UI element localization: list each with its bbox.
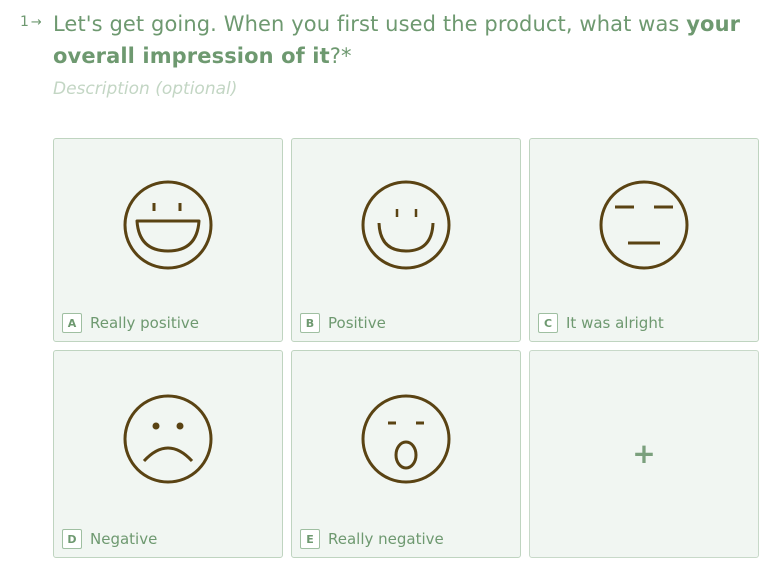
choice-key: A [62,313,82,333]
choice-label: Negative [90,530,158,548]
choice-key: D [62,529,82,549]
choice-label: It was alright [566,314,664,332]
smile-face-icon [361,180,451,270]
choice-key: B [300,313,320,333]
neutral-face-icon [599,180,689,270]
shocked-face-icon [361,394,451,484]
choice-grid: A Really positive B Positive C It was al… [53,138,759,558]
choice-label-row: B Positive [300,313,386,333]
choice-card-it-was-alright[interactable]: C It was alright [529,138,759,342]
choice-key: C [538,313,558,333]
choice-label-row: A Really positive [62,313,199,333]
add-choice-button[interactable]: + [529,350,759,558]
choice-card-really-positive[interactable]: A Really positive [53,138,283,342]
choice-label-row: D Negative [62,529,157,549]
choice-key: E [300,529,320,549]
choice-label: Really positive [90,314,199,332]
choice-card-negative[interactable]: D Negative [53,350,283,558]
question-text-suffix: ?* [329,44,352,68]
sad-face-icon [123,394,213,484]
question-number: 1 → [20,14,42,30]
big-smile-face-icon [123,180,213,270]
choice-card-really-negative[interactable]: E Really negative [291,350,521,558]
plus-icon: + [632,437,656,470]
question-number-label: 1 [20,14,29,30]
arrow-right-icon: → [30,14,42,30]
question-text-plain: Let's get going. When you first used the… [53,12,687,36]
description-field[interactable]: Description (optional) [53,79,237,99]
choice-label: Positive [328,314,386,332]
choice-card-positive[interactable]: B Positive [291,138,521,342]
choice-label: Really negative [328,530,444,548]
choice-label-row: E Really negative [300,529,444,549]
question-title[interactable]: Let's get going. When you first used the… [53,8,760,72]
choice-label-row: C It was alright [538,313,664,333]
question-block: 1 → Let's get going. When you first used… [20,8,760,72]
